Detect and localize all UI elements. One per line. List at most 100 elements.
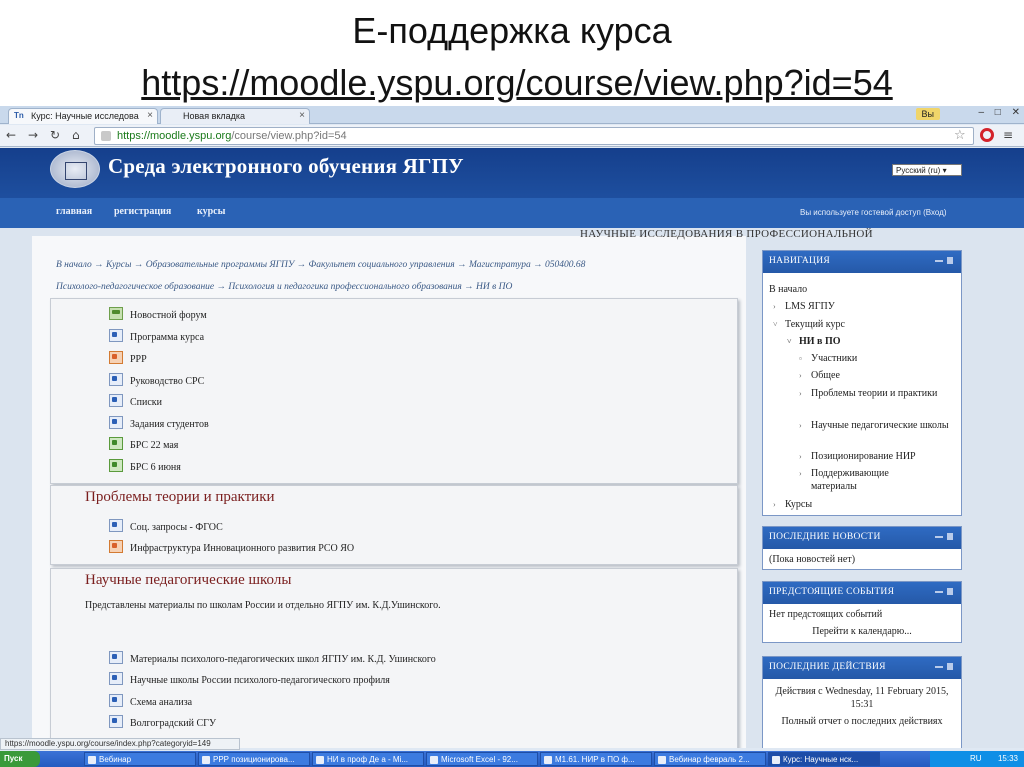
profile-badge[interactable]: Вы: [915, 108, 940, 120]
address-host: https://moodle.yspu.org: [117, 130, 232, 142]
resource-link[interactable]: Соц. запросы - ФГОС: [109, 519, 223, 533]
start-button[interactable]: Пуск: [0, 751, 40, 767]
word-doc-icon: [109, 329, 123, 342]
resource-link[interactable]: БРС 22 мая: [109, 437, 178, 451]
section-title: Научные педагогические школы: [85, 572, 292, 588]
course-section-general: Новостной форум Программа курса РРР Руко…: [50, 298, 738, 484]
input-language[interactable]: RU: [970, 754, 982, 763]
taskbar-item[interactable]: НИ в проф Де а - Mi...: [312, 752, 424, 766]
home-icon[interactable]: ⌂: [72, 128, 80, 142]
bookmark-star-icon[interactable]: ☆: [954, 128, 966, 143]
nav-tree-problems[interactable]: › Проблемы теории и практики: [799, 387, 951, 400]
excel-icon: [109, 437, 123, 450]
main-nav: главная регистрация курсы Вы используете…: [0, 198, 1024, 228]
section-summary: Представлены материалы по школам России …: [85, 600, 441, 611]
resource-link[interactable]: Схема анализа: [109, 694, 192, 708]
menu-icon[interactable]: ≡: [1003, 128, 1013, 142]
resource-link[interactable]: Задания студентов: [109, 416, 209, 430]
breadcrumb-line[interactable]: Психолого-педагогическое образование → П…: [56, 276, 746, 298]
events-block: ПРЕДСТОЯЩИЕ СОБЫТИЯ Нет предстоящих собы…: [762, 581, 962, 643]
resource-link[interactable]: Инфраструктура Инновационного развития Р…: [109, 540, 354, 554]
taskbar-item[interactable]: M1.61. НИР в ПО ф...: [540, 752, 652, 766]
nav-tree-courses[interactable]: › Курсы: [773, 498, 812, 511]
resource-link[interactable]: Программа курса: [109, 329, 204, 343]
word-doc-icon: [109, 651, 123, 664]
forum-icon: [109, 307, 123, 320]
block-controls-icon[interactable]: [935, 257, 955, 265]
chevron-down-icon: ˅: [787, 337, 792, 346]
maximize-icon[interactable]: □: [995, 107, 1001, 118]
language-select[interactable]: Русский (ru) ▾: [892, 164, 962, 176]
close-icon[interactable]: ×: [147, 110, 153, 121]
opera-icon[interactable]: [980, 128, 994, 142]
word-doc-icon: [109, 694, 123, 707]
site-title[interactable]: Среда электронного обучения ЯГПУ: [108, 154, 464, 179]
tab-label: Новая вкладка: [183, 111, 246, 121]
tab-new[interactable]: Новая вкладка ×: [160, 108, 310, 124]
calendar-link[interactable]: Перейти к календарю...: [763, 625, 961, 642]
slide-title: Е-поддержка курса: [352, 10, 672, 51]
chevron-right-icon: ›: [773, 302, 776, 311]
chevron-right-icon: ›: [799, 371, 802, 380]
address-bar[interactable]: https://moodle.yspu.org/course/view.php?…: [94, 127, 974, 145]
word-doc-icon: [109, 394, 123, 407]
moodle-page: Среда электронного обучения ЯГПУ Русский…: [0, 148, 1024, 748]
resource-link[interactable]: РРР: [109, 351, 147, 365]
close-window-icon[interactable]: ✕: [1012, 107, 1020, 118]
minimize-icon[interactable]: –: [978, 107, 984, 118]
block-controls-icon[interactable]: [935, 663, 955, 671]
page-icon: [101, 131, 111, 141]
taskbar-item[interactable]: Вебинар: [84, 752, 196, 766]
taskbar-item-active[interactable]: Курс: Научные нск...: [768, 752, 880, 766]
back-icon[interactable]: ←: [6, 128, 16, 142]
nav-tree-positioning[interactable]: › Позиционирование НИР: [799, 450, 916, 463]
course-title: НАУЧНЫЕ ИССЛЕДОВАНИЯ В ПРОФЕССИОНАЛЬНОЙ: [580, 228, 873, 240]
nav-courses[interactable]: курсы: [197, 206, 225, 217]
nav-tree-home[interactable]: В начало: [769, 283, 807, 296]
nav-tree-general[interactable]: › Общее: [799, 369, 840, 382]
tab-course[interactable]: Tn Курс: Научные исследова ×: [8, 108, 158, 124]
course-link[interactable]: https://moodle.yspu.org/course/view.php?…: [0, 62, 1024, 104]
window-controls: – □ ✕: [970, 107, 1020, 118]
activity-report-link[interactable]: Полный отчет о последних действиях: [763, 715, 961, 732]
reload-icon[interactable]: ↻: [50, 128, 60, 142]
events-empty-text: Нет предстоящих событий: [769, 609, 883, 620]
resource-link[interactable]: Научные школы России психолого-педагогич…: [109, 672, 390, 686]
chevron-right-icon: ›: [799, 452, 802, 461]
tab-bar: Tn Курс: Научные исследова × Новая вклад…: [0, 106, 1024, 124]
nav-home[interactable]: главная: [56, 206, 92, 217]
clock[interactable]: 15:33: [998, 754, 1018, 763]
taskbar-item[interactable]: РРР позиционирова...: [198, 752, 310, 766]
taskbar-item[interactable]: Microsoft Excel - 92...: [426, 752, 538, 766]
forward-icon[interactable]: →: [28, 128, 38, 142]
resource-link[interactable]: Руководство СРС: [109, 373, 204, 387]
nav-tree-participants[interactable]: ▫ Участники: [799, 352, 857, 365]
nav-tree-course[interactable]: ˅ НИ в ПО: [787, 335, 841, 348]
resource-link[interactable]: Волгоградский СГУ: [109, 715, 216, 729]
powerpoint-icon: [109, 540, 123, 553]
block-header: ПОСЛЕДНИЕ ДЕЙСТВИЯ: [763, 657, 961, 679]
nav-tree-lms[interactable]: › LMS ЯГПУ: [773, 300, 835, 313]
word-doc-icon: [109, 715, 123, 728]
guest-access-text[interactable]: Вы используете гостевой доступ (Вход): [800, 208, 947, 217]
breadcrumb: В начало → Курсы → Образовательные прогр…: [56, 254, 746, 298]
nav-register[interactable]: регистрация: [114, 206, 171, 217]
tab-label: Курс: Научные исследова: [31, 111, 139, 121]
close-icon[interactable]: ×: [299, 110, 305, 121]
resource-link[interactable]: Списки: [109, 394, 162, 408]
block-controls-icon[interactable]: [935, 588, 955, 596]
powerpoint-icon: [109, 351, 123, 364]
breadcrumb-line[interactable]: В начало → Курсы → Образовательные прогр…: [56, 254, 746, 276]
resource-link[interactable]: Материалы психолого-педагогических школ …: [109, 651, 436, 665]
university-logo[interactable]: [50, 150, 100, 188]
nav-tree-current-course[interactable]: ˅ Текущий курс: [773, 318, 845, 331]
resource-link[interactable]: БРС 6 июня: [109, 459, 181, 473]
participants-icon: ▫: [799, 354, 802, 363]
course-section-problems: Проблемы теории и практики Соц. запросы …: [50, 485, 738, 565]
taskbar-item[interactable]: Вебинар февраль 2...: [654, 752, 766, 766]
resource-link[interactable]: Новостной форум: [109, 307, 207, 321]
nav-tree-schools[interactable]: › Научные педагогические школы: [799, 419, 951, 432]
section-title: Проблемы теории и практики: [85, 489, 275, 505]
nav-tree-materials[interactable]: › Поддерживающие материалы: [799, 467, 931, 493]
block-controls-icon[interactable]: [935, 533, 955, 541]
